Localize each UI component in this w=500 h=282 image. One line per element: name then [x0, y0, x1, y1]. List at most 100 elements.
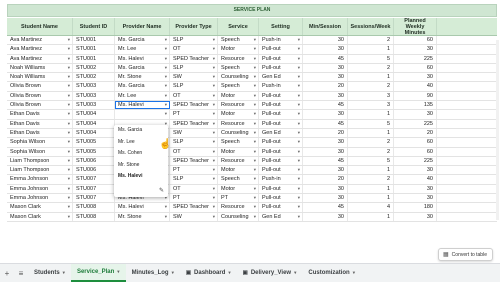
add-sheet-icon[interactable]: +	[0, 269, 14, 278]
table-cell[interactable]: Ethan Davis ▾	[7, 110, 73, 119]
sheet-tab[interactable]: Service_Plan ▾	[70, 264, 126, 282]
table-cell[interactable]: STU007	[73, 184, 115, 194]
table-cell[interactable]: Resource ▾	[218, 203, 259, 212]
table-cell[interactable]: OT ▾	[170, 91, 218, 101]
table-cell[interactable]: 4	[348, 203, 394, 212]
table-cell[interactable]: 30	[394, 184, 437, 194]
chevron-down-icon[interactable]: ▾	[213, 175, 215, 183]
chevron-down-icon[interactable]: ▾	[68, 73, 70, 81]
vertical-scrollbar[interactable]	[496, 40, 499, 220]
chevron-down-icon[interactable]: ▾	[213, 138, 215, 146]
chevron-down-icon[interactable]: ▾	[68, 148, 70, 156]
chevron-down-icon[interactable]: ▾	[254, 166, 256, 174]
table-cell[interactable]: 3	[348, 101, 394, 110]
table-cell[interactable]: 60	[394, 36, 437, 45]
table-cell[interactable]: OT ▾	[170, 184, 218, 194]
chevron-down-icon[interactable]: ▾	[165, 64, 167, 72]
table-cell[interactable]: Mr. Lee ▾	[115, 91, 170, 101]
chevron-down-icon[interactable]: ▾	[254, 36, 256, 44]
table-cell[interactable]: 2	[348, 147, 394, 156]
table-cell[interactable]: Push-in ▾	[259, 36, 303, 45]
chevron-down-icon[interactable]: ▾	[353, 270, 355, 276]
chevron-down-icon[interactable]: ▾	[213, 194, 215, 202]
table-cell[interactable]: SLP ▾	[170, 138, 218, 147]
chevron-down-icon[interactable]: ▾	[165, 82, 167, 90]
table-cell[interactable]: STU005	[73, 138, 115, 147]
table-cell[interactable]: Gen Ed ▾	[259, 212, 303, 221]
dropdown-option[interactable]: Ms. Garcia	[114, 125, 168, 137]
table-cell[interactable]: SPED Teacher ▾	[170, 203, 218, 212]
chevron-down-icon[interactable]: ▾	[254, 92, 256, 100]
table-cell[interactable]: 30	[394, 212, 437, 221]
column-header[interactable]: Planned Weekly Minutes	[394, 18, 437, 36]
table-cell[interactable]: 30	[303, 63, 348, 73]
table-cell[interactable]: Olivia Brown ▾	[7, 82, 73, 91]
table-cell[interactable]: Pull-out ▾	[259, 203, 303, 212]
table-cell[interactable]: Liam Thompson ▾	[7, 156, 73, 166]
chevron-down-icon[interactable]: ▾	[298, 101, 300, 109]
chevron-down-icon[interactable]: ▾	[298, 110, 300, 118]
chevron-down-icon[interactable]: ▾	[68, 101, 70, 109]
table-cell[interactable]: STU002	[73, 73, 115, 82]
table-cell[interactable]: 1	[348, 194, 394, 203]
table-cell[interactable]: Speech ▾	[218, 63, 259, 73]
table-cell[interactable]: Ms. Garcia ▾	[115, 63, 170, 73]
table-cell[interactable]: 135	[394, 101, 437, 110]
table-cell[interactable]: 30	[394, 194, 437, 203]
table-cell[interactable]: STU003	[73, 101, 115, 110]
chevron-down-icon[interactable]: ▾	[213, 157, 215, 165]
table-cell[interactable]: Motor ▾	[218, 110, 259, 119]
chevron-down-icon[interactable]: ▾	[298, 73, 300, 81]
table-cell[interactable]: 5	[348, 156, 394, 166]
chevron-down-icon[interactable]: ▾	[213, 148, 215, 156]
chevron-down-icon[interactable]: ▾	[254, 148, 256, 156]
table-cell[interactable]: Counseling ▾	[218, 73, 259, 82]
table-cell[interactable]: 30	[303, 91, 348, 101]
table-cell[interactable]: 45	[303, 156, 348, 166]
chevron-down-icon[interactable]: ▾	[228, 270, 230, 276]
chevron-down-icon[interactable]: ▾	[68, 45, 70, 53]
column-header[interactable]: Service	[218, 18, 259, 35]
table-cell[interactable]: 225	[394, 119, 437, 128]
table-cell[interactable]: STU008	[73, 212, 115, 221]
table-cell[interactable]: 30	[394, 45, 437, 54]
table-cell[interactable]: Motor ▾	[218, 147, 259, 156]
chevron-down-icon[interactable]: ▾	[213, 120, 215, 128]
chevron-down-icon[interactable]: ▾	[213, 82, 215, 90]
table-cell[interactable]: SW ▾	[170, 73, 218, 82]
table-cell[interactable]: Resource ▾	[218, 101, 259, 110]
table-cell[interactable]: STU008	[73, 203, 115, 212]
table-cell[interactable]: Ava Martinez ▾	[7, 45, 73, 54]
table-cell[interactable]: STU004	[73, 128, 115, 138]
table-cell[interactable]: PT ▾	[218, 194, 259, 203]
column-header[interactable]: Min/Session	[303, 18, 348, 35]
table-cell[interactable]: Pull-out ▾	[259, 110, 303, 119]
table-cell[interactable]: 30	[303, 138, 348, 147]
chevron-down-icon[interactable]: ▾	[68, 157, 70, 165]
table-cell[interactable]: 2	[348, 82, 394, 91]
table-cell[interactable]: 1	[348, 73, 394, 82]
table-cell[interactable]: Pull-out ▾	[259, 63, 303, 73]
chevron-down-icon[interactable]: ▾	[254, 213, 256, 221]
chevron-down-icon[interactable]: ▾	[298, 157, 300, 165]
table-cell[interactable]: 20	[303, 175, 348, 184]
table-cell[interactable]: Motor ▾	[218, 45, 259, 54]
table-cell[interactable]: Ms. Halevi ▾	[115, 203, 170, 212]
chevron-down-icon[interactable]: ▾	[165, 45, 167, 53]
table-cell[interactable]: SPED Teacher ▾	[170, 156, 218, 166]
chevron-down-icon[interactable]: ▾	[68, 82, 70, 90]
chevron-down-icon[interactable]: ▾	[298, 148, 300, 156]
table-cell[interactable]: Mr. Stone ▾	[115, 73, 170, 82]
table-cell[interactable]: 30	[303, 147, 348, 156]
chevron-down-icon[interactable]: ▾	[68, 185, 70, 193]
chevron-down-icon[interactable]: ▾	[68, 120, 70, 128]
chevron-down-icon[interactable]: ▾	[63, 270, 65, 276]
table-cell[interactable]: Resource ▾	[218, 119, 259, 128]
table-cell[interactable]: STU007	[73, 194, 115, 203]
table-cell[interactable]: STU001	[73, 36, 115, 45]
table-cell[interactable]: STU001	[73, 45, 115, 54]
table-cell[interactable]: 90	[394, 91, 437, 101]
column-header[interactable]: Sessions/Week	[348, 18, 394, 35]
dropdown-option[interactable]: Mr. Stone	[114, 160, 168, 172]
chevron-down-icon[interactable]: ▾	[68, 110, 70, 118]
